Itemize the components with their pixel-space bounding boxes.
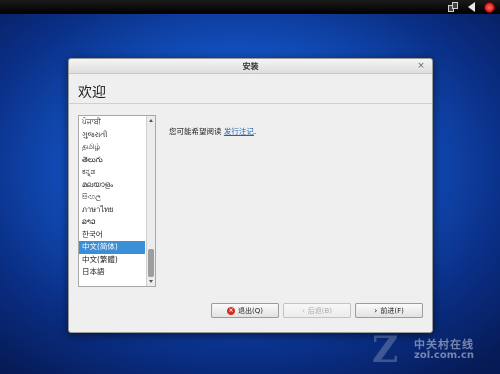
power-icon[interactable]: [483, 1, 496, 13]
network-icon[interactable]: [447, 1, 459, 13]
header-divider: [69, 103, 432, 104]
close-icon[interactable]: ×: [416, 61, 426, 71]
language-item[interactable]: 日本語: [79, 266, 145, 279]
forward-button[interactable]: › 前进(F): [355, 303, 423, 318]
language-list-items: ਪੰਜਾਬੀ ગુજરાતી தமிழ் తెలుగు ಕನ್ನಡ മലയാളം සිංහල…: [79, 116, 145, 279]
back-button[interactable]: ‹ 后退(B): [283, 303, 351, 318]
release-notes-link[interactable]: 发行注记: [224, 127, 254, 136]
back-arrow-icon: ‹: [301, 306, 305, 315]
scroll-down-icon[interactable]: [149, 280, 153, 283]
installer-window: 安装 × 欢迎 ਪੰਜਾਬੀ ગુજરાતી தமிழ் తెలుగు ಕನ್ನಡ മലയ…: [68, 58, 433, 333]
quit-button-label: 退出(Q): [238, 306, 263, 315]
language-item[interactable]: 한국어: [79, 229, 145, 242]
language-item[interactable]: ภาษาไทย: [79, 204, 145, 217]
quit-icon: ×: [227, 306, 235, 315]
quit-button[interactable]: × 退出(Q): [211, 303, 279, 318]
watermark-url: zol.com.cn: [414, 350, 474, 361]
language-item[interactable]: ಕನ್ನಡ: [79, 166, 145, 179]
message-prefix: 您可能希望阅读: [169, 127, 224, 136]
language-item[interactable]: தமிழ்: [79, 141, 145, 154]
watermark-letter: Z: [372, 329, 399, 371]
release-notes-message: 您可能希望阅读 发行注记.: [169, 126, 256, 137]
language-list-scrollbar[interactable]: [146, 116, 155, 286]
page-title: 欢迎: [78, 85, 106, 101]
message-suffix: .: [253, 127, 257, 136]
watermark: Z 中关村在线 zol.com.cn: [372, 330, 496, 370]
window-titlebar[interactable]: 安装 ×: [69, 59, 432, 74]
language-item[interactable]: 中文(繁體): [79, 254, 145, 267]
language-item[interactable]: ગુજરાતી: [79, 129, 145, 142]
forward-arrow-icon: ›: [374, 306, 378, 315]
window-title: 安装: [242, 62, 259, 71]
top-panel: [0, 0, 500, 14]
scroll-up-icon[interactable]: [149, 119, 153, 122]
language-item[interactable]: മലയാളം: [79, 179, 145, 192]
language-item[interactable]: ລາວ: [79, 216, 145, 229]
language-item[interactable]: తెలుగు: [79, 154, 145, 167]
scroll-thumb[interactable]: [148, 249, 154, 277]
volume-icon[interactable]: [465, 1, 477, 13]
language-item[interactable]: සිංහල: [79, 191, 145, 204]
forward-button-label: 前进(F): [380, 306, 404, 315]
language-list[interactable]: ਪੰਜਾਬੀ ગુજરાતી தமிழ் తెలుగు ಕನ್ನಡ മലയാളം සිංහල…: [78, 115, 156, 287]
back-button-label: 后退(B): [307, 306, 333, 315]
language-item[interactable]: 中文(简体): [79, 241, 145, 254]
language-item[interactable]: ਪੰਜਾਬੀ: [79, 116, 145, 129]
